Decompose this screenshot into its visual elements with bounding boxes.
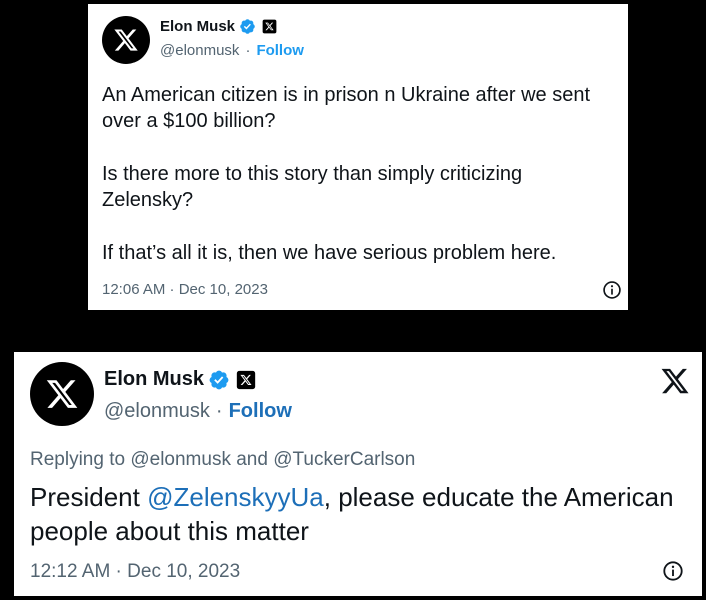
x-logo-avatar-icon <box>46 380 78 408</box>
follow-button[interactable]: Follow <box>229 400 292 423</box>
info-icon[interactable] <box>662 560 684 582</box>
x-affiliate-badge-icon <box>262 19 277 34</box>
tweet-text: President @ZelenskyyUa, please educate t… <box>30 480 690 548</box>
follow-button[interactable]: Follow <box>256 42 304 59</box>
tweet-paragraph: If that’s all it is, then we have seriou… <box>102 242 557 264</box>
author-name[interactable]: Elon Musk <box>104 368 204 391</box>
author-handle[interactable]: @elonmusk <box>104 400 210 423</box>
tweet-card-1: Elon Musk @elonmusk · Follow An American… <box>88 4 628 310</box>
author-row: Elon Musk <box>104 368 256 391</box>
verified-badge-icon <box>208 369 230 391</box>
tweet-paragraph: An American citizen is in prison n Ukrai… <box>102 84 590 132</box>
tweet-timestamp[interactable]: 12:12 AM · Dec 10, 2023 <box>30 561 240 583</box>
avatar[interactable] <box>30 362 94 426</box>
separator-dot: · <box>245 42 251 59</box>
handle-row: @elonmusk · Follow <box>104 400 292 423</box>
x-logo-icon[interactable] <box>660 366 690 396</box>
reply-context: Replying to @elonmusk and @TuckerCarlson <box>30 449 416 470</box>
separator-dot: · <box>215 400 223 422</box>
info-icon[interactable] <box>602 280 622 300</box>
author-name[interactable]: Elon Musk <box>160 18 235 35</box>
avatar[interactable] <box>102 16 150 64</box>
verified-badge-icon <box>239 18 256 35</box>
author-row: Elon Musk <box>160 18 277 35</box>
tweet-card-2: Elon Musk @elonmusk · Follow Replying to… <box>14 352 702 596</box>
tweet-text-start: President <box>30 482 148 512</box>
handle-row: @elonmusk · Follow <box>160 42 304 59</box>
x-logo-avatar-icon <box>114 29 138 51</box>
tweet-paragraph: Is there more to this story than simply … <box>102 163 523 211</box>
x-affiliate-badge-icon <box>236 370 256 390</box>
tweet-text: An American citizen is in prison n Ukrai… <box>102 82 618 293</box>
author-handle[interactable]: @elonmusk <box>160 42 239 59</box>
mention-link[interactable]: @ZelenskyyUa <box>147 482 324 512</box>
tweet-timestamp[interactable]: 12:06 AM · Dec 10, 2023 <box>102 281 268 298</box>
